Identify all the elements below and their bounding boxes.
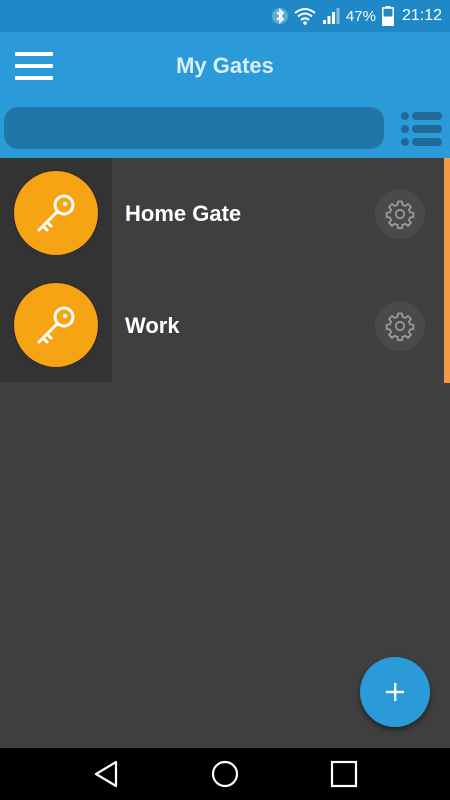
gate-name: Work xyxy=(125,313,180,338)
wifi-icon xyxy=(294,7,316,25)
key-icon xyxy=(37,306,75,344)
list-view-icon[interactable] xyxy=(400,111,442,147)
search-input[interactable] xyxy=(4,107,384,149)
signal-icon xyxy=(322,7,340,25)
gate-settings-button[interactable] xyxy=(375,301,425,351)
gate-row-home-gate[interactable]: Home Gate xyxy=(0,158,444,270)
gate-settings-button[interactable] xyxy=(375,189,425,239)
gate-name: Home Gate xyxy=(125,201,242,226)
search-bar xyxy=(0,100,450,158)
add-gate-button[interactable] xyxy=(360,657,430,727)
back-icon[interactable] xyxy=(90,758,122,790)
gear-icon xyxy=(385,312,415,341)
status-bar: 47% 21:12 xyxy=(0,0,450,32)
hamburger-menu-icon[interactable] xyxy=(15,52,55,80)
home-icon[interactable] xyxy=(209,758,241,790)
gate-list: Home Gate Work xyxy=(0,158,444,382)
gate-avatar-cell xyxy=(0,158,112,270)
scroll-indicator xyxy=(444,158,450,383)
key-icon xyxy=(37,194,75,232)
gate-open-button[interactable] xyxy=(14,171,98,255)
gate-avatar-cell xyxy=(0,270,112,382)
gate-open-button[interactable] xyxy=(14,283,98,367)
battery-percent: 47% xyxy=(345,7,376,25)
status-icons: 47% 21:12 xyxy=(271,0,442,32)
gate-row-work[interactable]: Work xyxy=(0,270,444,382)
app-bar: My Gates xyxy=(0,32,450,100)
bluetooth-icon xyxy=(271,6,288,26)
plus-icon xyxy=(386,683,404,701)
status-time: 21:12 xyxy=(401,7,442,24)
battery-icon xyxy=(381,6,394,26)
gear-icon xyxy=(385,200,415,229)
recents-icon[interactable] xyxy=(328,758,360,790)
navigation-bar xyxy=(0,748,450,800)
page-title: My Gates xyxy=(176,53,274,78)
